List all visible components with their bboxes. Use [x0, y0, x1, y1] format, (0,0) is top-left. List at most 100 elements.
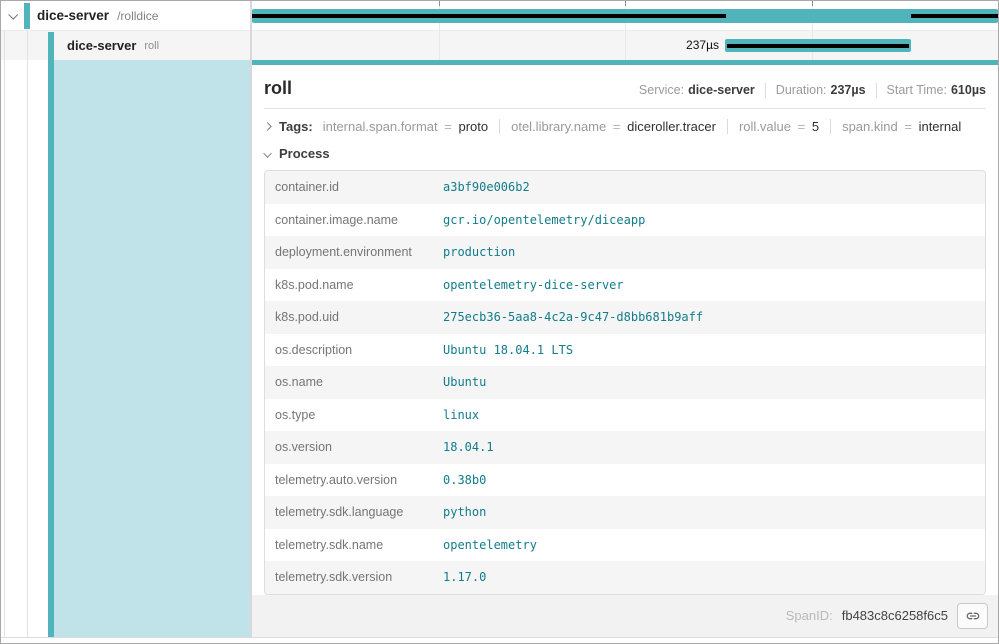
process-key: telemetry.auto.version	[275, 472, 443, 489]
span-self-time-segment	[911, 14, 998, 18]
timeline-tick	[812, 1, 813, 6]
process-key: deployment.environment	[275, 244, 443, 261]
span-detail-stats: Service: dice-server Duration: 237µs Sta…	[639, 83, 986, 98]
duration-stat-value: 237µs	[831, 83, 866, 97]
bottom-gutter	[1, 638, 998, 643]
process-key: container.id	[275, 179, 443, 196]
process-table-row: os.version 18.04.1	[265, 431, 985, 464]
tag-value: proto	[458, 119, 488, 134]
tag-value: 5	[812, 119, 819, 134]
process-table-row: k8s.pod.uid 275ecb36-5aa8-4c2a-9c47-d8bb…	[265, 301, 985, 334]
service-color-block	[24, 3, 30, 29]
process-table-row: deployment.environment production	[265, 236, 985, 269]
process-value: a3bf90e006b2	[443, 179, 530, 196]
process-key: telemetry.sdk.version	[275, 569, 443, 586]
process-table-row: k8s.pod.name opentelemetry-dice-server	[265, 269, 985, 302]
process-key: k8s.pod.name	[275, 277, 443, 294]
span-detail-header: roll Service: dice-server Duration: 237µ…	[252, 65, 998, 108]
process-key: os.version	[275, 439, 443, 456]
tag-key: otel.library.name	[511, 119, 606, 134]
process-value: 1.17.0	[443, 569, 486, 586]
process-table-row: container.image.name gcr.io/opentelemetr…	[265, 204, 985, 237]
service-name: dice-server	[67, 38, 136, 53]
link-icon	[965, 608, 981, 624]
tag-item: internal.span.format = proto	[323, 119, 488, 134]
span-detail-panel: roll Service: dice-server Duration: 237µ…	[252, 60, 998, 637]
process-value: 18.04.1	[443, 439, 494, 456]
process-key: telemetry.sdk.name	[275, 537, 443, 554]
service-stat-label: Service:	[639, 83, 684, 97]
process-value: production	[443, 244, 515, 261]
timeline-tick	[439, 1, 440, 6]
trace-main-area: dice-server /rolldice dice-server roll	[1, 1, 998, 638]
tag-equals: =	[904, 119, 912, 134]
indent-guide	[27, 31, 28, 637]
process-value: 0.38b0	[443, 472, 486, 489]
tag-key: internal.span.format	[323, 119, 438, 134]
process-table-row: os.type linux	[265, 399, 985, 432]
span-row-roll[interactable]: dice-server roll	[1, 31, 250, 60]
process-toggle-row[interactable]: Process	[252, 143, 998, 170]
process-table: container.id a3bf90e006b2 container.imag…	[264, 170, 986, 595]
span-detail-title: roll	[264, 78, 292, 99]
process-value: opentelemetry	[443, 537, 537, 554]
stat-separator	[876, 83, 877, 98]
start-time-stat-label: Start Time:	[887, 83, 947, 97]
process-value: opentelemetry-dice-server	[443, 277, 624, 294]
service-stat-value: dice-server	[688, 83, 755, 97]
process-value: Ubuntu 18.04.1 LTS	[443, 342, 573, 359]
tag-equals: =	[444, 119, 452, 134]
tag-item: span.kind = internal	[830, 119, 961, 134]
process-table-row: telemetry.auto.version 0.38b0	[265, 464, 985, 497]
process-label: Process	[279, 146, 330, 161]
start-time-stat-value: 610µs	[951, 83, 986, 97]
span-id-value: fb483c8c6258f6c5	[842, 608, 948, 623]
collapse-chevron-icon[interactable]	[8, 10, 18, 20]
process-table-row: telemetry.sdk.language python	[265, 496, 985, 529]
indent-guide	[4, 31, 5, 637]
process-key: os.type	[275, 407, 443, 424]
tag-value: internal	[919, 119, 962, 134]
tags-label: Tags:	[279, 119, 313, 134]
chevron-down-icon	[263, 149, 271, 157]
selected-span-highlight	[54, 60, 250, 637]
tags-summary: internal.span.format = proto otel.librar…	[323, 119, 962, 134]
operation-name: roll	[144, 40, 159, 52]
span-self-time-segment	[252, 14, 726, 18]
process-table-row: telemetry.sdk.version 1.17.0	[265, 561, 985, 594]
tags-toggle-row[interactable]: Tags: internal.span.format = proto otel.…	[252, 109, 998, 143]
trace-timeline-window: dice-server /rolldice dice-server roll	[0, 0, 999, 644]
process-value: Ubuntu	[443, 374, 486, 391]
process-value: python	[443, 504, 486, 521]
process-table-row: container.id a3bf90e006b2	[265, 171, 985, 204]
tag-key: roll.value	[739, 119, 791, 134]
process-key: os.name	[275, 374, 443, 391]
tag-equals: =	[798, 119, 806, 134]
span-detail-footer: SpanID: fb483c8c6258f6c5	[252, 595, 998, 638]
stat-separator	[765, 83, 766, 98]
timeline-rows: 237µs	[252, 1, 998, 60]
span-self-time-segment	[727, 44, 909, 48]
process-table-row: os.name Ubuntu	[265, 366, 985, 399]
process-key: os.description	[275, 342, 443, 359]
span-bar-roll[interactable]	[725, 39, 911, 52]
timeline-column: 237µs roll Service: dice-server Duration…	[252, 1, 998, 637]
process-value: gcr.io/opentelemetry/diceapp	[443, 212, 645, 229]
span-bar-rolldice[interactable]	[252, 9, 998, 23]
chevron-right-icon	[263, 122, 271, 130]
timeline-tick	[625, 1, 626, 6]
copy-span-link-button[interactable]	[957, 603, 988, 629]
process-table-row: os.description Ubuntu 18.04.1 LTS	[265, 334, 985, 367]
service-name: dice-server	[37, 8, 109, 23]
tag-value: diceroller.tracer	[627, 119, 716, 134]
process-key: telemetry.sdk.language	[275, 504, 443, 521]
span-row-rolldice[interactable]: dice-server /rolldice	[1, 1, 250, 31]
tag-key: span.kind	[842, 119, 898, 134]
process-table-row: telemetry.sdk.name opentelemetry	[265, 529, 985, 562]
process-key: k8s.pod.uid	[275, 309, 443, 326]
operation-name: /rolldice	[117, 9, 158, 23]
process-value: linux	[443, 407, 479, 424]
process-key: container.image.name	[275, 212, 443, 229]
span-name-column: dice-server /rolldice dice-server roll	[1, 1, 250, 637]
tag-item: roll.value = 5	[727, 119, 819, 134]
